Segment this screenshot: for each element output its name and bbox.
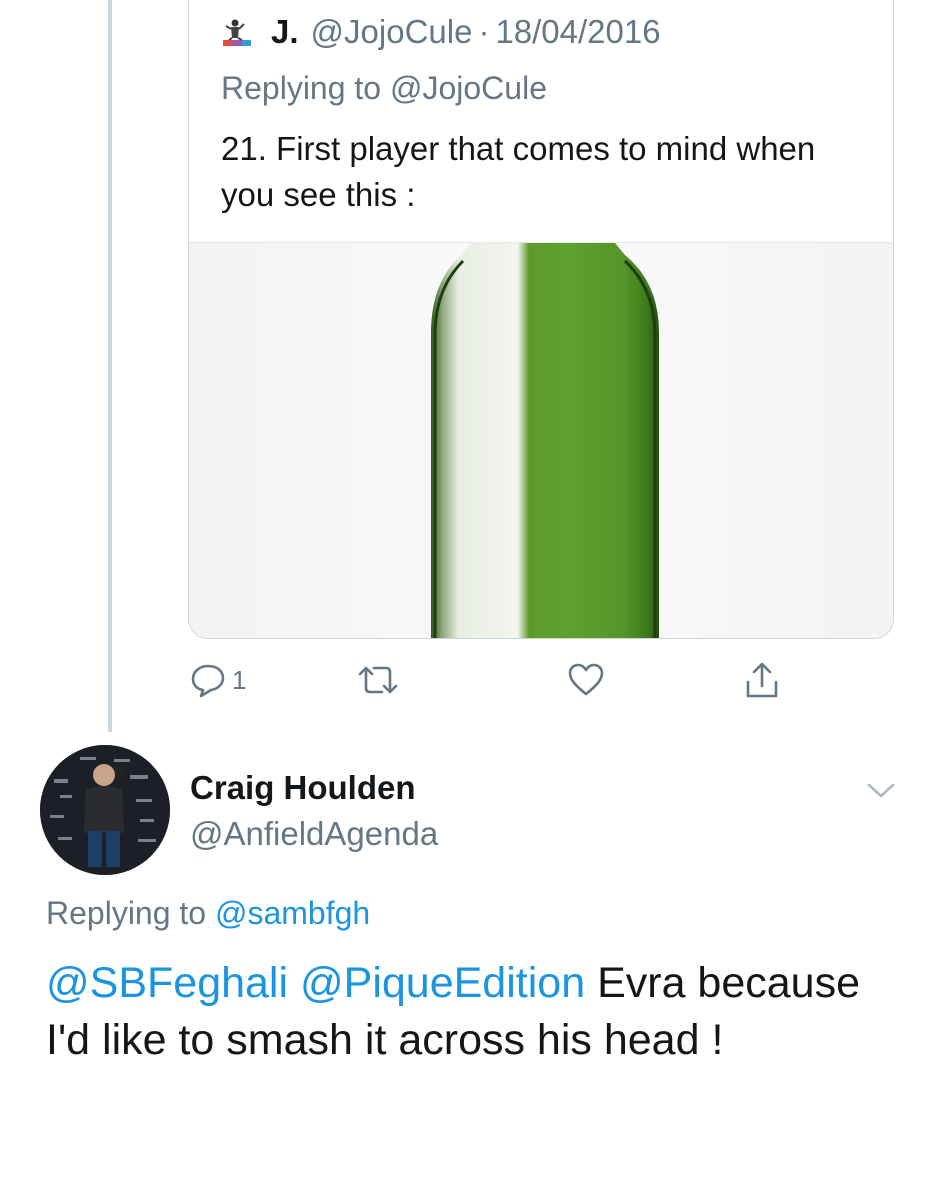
quoted-tweet-text: 21. First player that comes to mind when… (221, 130, 816, 213)
mini-avatar-icon[interactable] (223, 18, 251, 46)
quoted-tweet-media[interactable] (189, 242, 893, 638)
reply-icon[interactable] (188, 660, 228, 700)
reply-handle[interactable]: @AnfieldAgenda (190, 815, 438, 853)
mention-link[interactable]: @SBFeghali (46, 959, 288, 1007)
retweet-icon[interactable] (356, 660, 400, 700)
like-icon[interactable] (566, 660, 606, 700)
quoted-handle[interactable]: @JojoCule (311, 13, 473, 51)
share-action[interactable] (742, 658, 782, 702)
avatar-photo (40, 745, 170, 875)
quoted-tweet-header: J. @JojoCule · 18/04/2016 (223, 12, 661, 52)
reply-count: 1 (232, 664, 247, 695)
quoted-replying-prefix: Replying to (221, 70, 382, 106)
reply-replying-to: Replying to @sambfgh (46, 895, 370, 932)
reply-tweet-text: @SBFeghali @PiqueEdition Evra because I'… (46, 955, 906, 1069)
bottle-image (189, 243, 893, 638)
retweet-action[interactable] (356, 658, 400, 702)
tweet-actions-bar: 1 (188, 658, 808, 702)
quoted-date[interactable]: 18/04/2016 (495, 13, 660, 51)
reply-action[interactable]: 1 (188, 658, 246, 702)
share-icon[interactable] (742, 660, 782, 700)
quoted-display-name[interactable]: J. (271, 13, 299, 51)
quoted-tweet-card[interactable]: J. @JojoCule · 18/04/2016 Replying to @J… (188, 0, 894, 639)
quoted-replying-to: Replying to @JojoCule (221, 70, 547, 107)
quoted-replying-handle[interactable]: @JojoCule (390, 70, 547, 106)
chevron-down-icon[interactable] (866, 781, 896, 801)
thread-connector-line (108, 0, 112, 732)
reply-replying-handle[interactable]: @sambfgh (215, 895, 370, 931)
reply-tweet-header: Craig Houlden @AnfieldAgenda (40, 745, 900, 875)
avatar[interactable] (40, 745, 170, 875)
mention-link[interactable]: @PiqueEdition (300, 959, 585, 1007)
like-action[interactable] (566, 658, 606, 702)
quoted-separator: · (478, 13, 490, 50)
reply-display-name[interactable]: Craig Houlden (190, 769, 416, 807)
reply-replying-prefix: Replying to (46, 895, 207, 931)
